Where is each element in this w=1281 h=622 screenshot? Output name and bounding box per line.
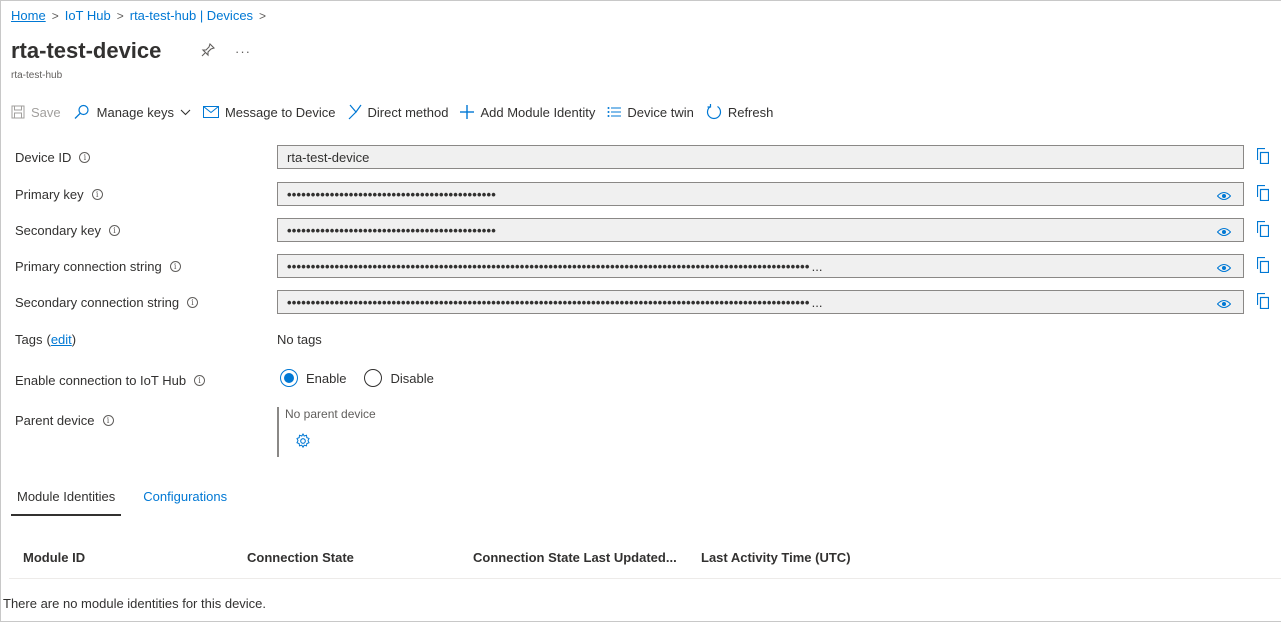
enable-connection-label-text: Enable connection to IoT Hub (15, 373, 187, 388)
key-search-icon (73, 104, 91, 120)
primary-connection-string-label-text: Primary connection string (15, 259, 162, 274)
device-twin-button[interactable]: Device twin (607, 104, 694, 120)
parent-device-label-text: Parent device (15, 413, 95, 428)
tags-label-text: Tags (15, 332, 43, 347)
direct-method-button[interactable]: Direct method (348, 104, 449, 120)
secondary-connection-string-field[interactable]: ••••••••••••••••••••••••••••••••••••••••… (277, 290, 1244, 314)
enable-radio[interactable] (280, 369, 298, 387)
command-bar: Save Manage keys Message to Device Direc… (11, 101, 785, 123)
info-icon[interactable]: i (109, 225, 120, 236)
breadcrumb-separator-icon: > (259, 8, 267, 23)
breadcrumb-separator-icon: > (116, 8, 124, 23)
secondary-connection-string-value: ••••••••••••••••••••••••••••••••••••••••… (287, 294, 810, 310)
copy-icon[interactable] (1256, 256, 1270, 276)
primary-connection-string-field[interactable]: ••••••••••••••••••••••••••••••••••••••••… (277, 254, 1244, 278)
direct-method-label: Direct method (367, 104, 449, 120)
copy-icon[interactable] (1256, 147, 1270, 167)
breadcrumb-home[interactable]: Home (11, 8, 46, 23)
tab-configurations[interactable]: Configurations (137, 489, 233, 516)
primary-key-label-text: Primary key (15, 187, 84, 202)
save-icon (11, 105, 25, 119)
breadcrumb-iot-hub[interactable]: IoT Hub (65, 8, 111, 23)
secondary-connection-string-label: Secondary connection string i (15, 295, 199, 310)
tags-label: Tags (edit) (15, 332, 77, 347)
primary-key-field[interactable]: ••••••••••••••••••••••••••••••••••••••••… (277, 182, 1244, 206)
page-title: rta-test-device (11, 38, 162, 63)
info-icon[interactable]: i (79, 152, 91, 163)
enable-connection-label: Enable connection to IoT Hub i (15, 373, 206, 388)
empty-table-message: There are no module identities for this … (3, 596, 267, 611)
add-module-identity-label: Add Module Identity (480, 104, 596, 120)
primary-connection-string-value: ••••••••••••••••••••••••••••••••••••••••… (287, 258, 810, 274)
pin-icon[interactable] (200, 42, 216, 62)
column-header-connection-state[interactable]: Connection State (247, 550, 354, 565)
show-eye-icon[interactable] (1216, 225, 1232, 240)
copy-icon[interactable] (1256, 292, 1270, 312)
secondary-key-field[interactable]: ••••••••••••••••••••••••••••••••••••••••… (277, 218, 1244, 242)
connection-radio-group: Enable Disable (280, 369, 434, 387)
tab-module-identities[interactable]: Module Identities (11, 489, 122, 516)
tags-value: No tags (277, 332, 322, 347)
tab-strip: Module Identities Configurations (11, 489, 249, 516)
direct-method-icon (348, 104, 362, 120)
show-eye-icon[interactable] (1216, 297, 1232, 312)
disable-radio[interactable] (364, 369, 383, 387)
plus-icon (460, 105, 475, 119)
copy-icon[interactable] (1256, 184, 1270, 204)
copy-icon[interactable] (1256, 220, 1270, 240)
chevron-down-icon (180, 109, 191, 116)
manage-keys-button[interactable]: Manage keys (73, 104, 191, 120)
device-twin-label: Device twin (627, 104, 694, 120)
disable-radio-label[interactable]: Disable (390, 371, 433, 386)
info-icon[interactable]: i (194, 375, 206, 386)
info-icon[interactable]: i (91, 189, 103, 200)
secondary-connection-string-label-text: Secondary connection string (15, 295, 180, 310)
secondary-key-label-text: Secondary key (15, 223, 101, 238)
truncation-ellipsis: ... (811, 258, 823, 274)
breadcrumb-devices[interactable]: rta-test-hub | Devices (130, 8, 253, 23)
message-to-device-label: Message to Device (224, 104, 336, 120)
parent-device-label: Parent device i (15, 413, 114, 428)
column-header-connection-state-last-updated[interactable]: Connection State Last Updated... (473, 550, 677, 565)
column-header-last-activity-time[interactable]: Last Activity Time (UTC) (701, 550, 851, 565)
show-eye-icon[interactable] (1216, 189, 1232, 204)
manage-keys-label: Manage keys (96, 104, 174, 120)
refresh-label: Refresh (727, 104, 774, 120)
tags-edit-link[interactable]: edit (51, 332, 72, 347)
gear-icon[interactable] (295, 433, 311, 452)
device-id-label-text: Device ID (15, 150, 72, 165)
primary-key-label: Primary key i (15, 187, 103, 202)
module-table-header: Module ID Connection State Connection St… (9, 541, 1281, 579)
message-to-device-button[interactable]: Message to Device (202, 104, 336, 120)
truncation-ellipsis: ... (811, 294, 823, 310)
save-label: Save (31, 104, 61, 120)
primary-connection-string-label: Primary connection string i (15, 259, 181, 274)
primary-key-value: ••••••••••••••••••••••••••••••••••••••••… (287, 186, 497, 202)
device-id-label: Device ID i (15, 150, 91, 165)
list-icon (607, 106, 622, 118)
info-icon[interactable]: i (169, 261, 181, 272)
breadcrumb-separator-icon: > (51, 8, 59, 23)
add-module-identity-button[interactable]: Add Module Identity (460, 105, 595, 120)
device-id-field[interactable]: rta-test-device (277, 145, 1244, 169)
info-icon[interactable]: i (187, 297, 199, 308)
parent-device-value: No parent device (285, 407, 376, 421)
info-icon[interactable]: i (102, 415, 114, 426)
column-header-module-id[interactable]: Module ID (23, 550, 85, 565)
breadcrumb: Home > IoT Hub > rta-test-hub | Devices … (11, 8, 272, 23)
save-button[interactable]: Save (11, 105, 61, 120)
mail-icon (202, 106, 219, 118)
more-options-icon[interactable]: ··· (235, 44, 251, 59)
page-subtitle: rta-test-hub (11, 70, 63, 81)
secondary-key-label: Secondary key i (15, 223, 120, 238)
parent-device-box: No parent device (277, 407, 477, 457)
secondary-key-value: ••••••••••••••••••••••••••••••••••••••••… (287, 222, 497, 238)
device-id-value: rta-test-device (287, 149, 370, 165)
refresh-icon (706, 104, 722, 120)
enable-radio-label[interactable]: Enable (306, 371, 346, 386)
refresh-button[interactable]: Refresh (706, 104, 774, 120)
show-eye-icon[interactable] (1216, 261, 1232, 276)
